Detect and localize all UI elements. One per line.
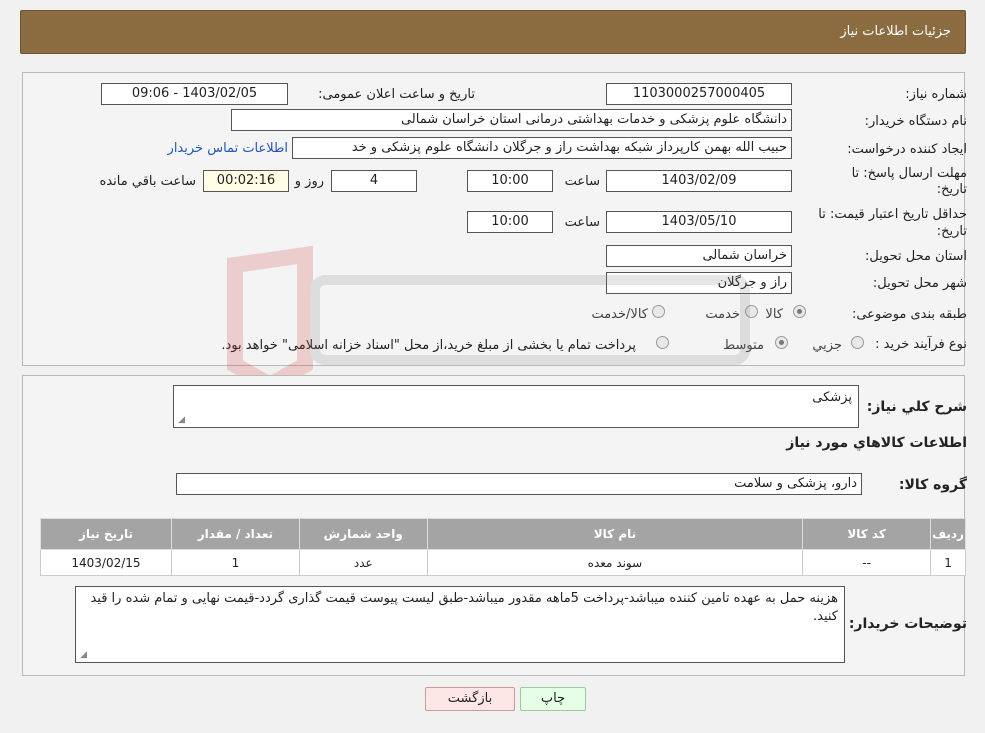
category-radio-service[interactable] (745, 305, 758, 318)
cell-goods-code: -- (802, 549, 932, 576)
cell-quantity: 1 (170, 549, 300, 576)
back-button[interactable]: بازگشت (425, 687, 515, 711)
cell-goods-name: سوند معده (426, 549, 804, 576)
page-header: جزئیات اطلاعات نیاز (20, 10, 966, 54)
table-row: 1 -- سوند معده عدد 1 1403/02/15 (40, 549, 966, 576)
summary-value: پزشکی (812, 390, 852, 405)
category-option-goods: کالا (765, 307, 783, 322)
col-quantity: تعداد / مقدار (170, 518, 300, 550)
creator-field: حبیب الله بهمن کارپرداز شبکه بهداشت راز … (292, 137, 792, 159)
buyer-notes-value: هزینه حمل به عهده تامین کننده میباشد-پرد… (90, 591, 838, 624)
col-row-number: ردیف (930, 518, 966, 550)
validity-time-label: ساعت (564, 215, 600, 230)
goods-group-label: گروه کالا: (898, 477, 967, 493)
announce-field: 1403/02/05 - 09:06 (101, 83, 288, 105)
col-need-date: تاریخ نیاز (40, 518, 172, 550)
category-label: طبقه بندی موضوعی: (851, 307, 967, 322)
cell-unit: عدد (298, 549, 428, 576)
need-number-label: شماره نیاز: (905, 87, 967, 102)
cell-row-number: 1 (930, 549, 966, 576)
category-radio-goods-service[interactable] (652, 305, 665, 318)
resize-grip-icon[interactable]: ◢ (78, 651, 87, 660)
process-radio-minor[interactable] (851, 336, 864, 349)
process-label: نوع فرآیند خرید : (875, 337, 967, 352)
remaining-time-field: 00:02:16 (203, 170, 289, 192)
col-goods-name: نام کالا (426, 518, 804, 550)
goods-info-title: اطلاعات كالاهاي مورد نياز (786, 435, 967, 451)
process-radio-treasury[interactable] (656, 336, 669, 349)
deadline-time-label: ساعت (564, 174, 600, 189)
col-unit: واحد شمارش (298, 518, 428, 550)
deadline-label-date: تاریخ: (936, 182, 967, 197)
category-radio-goods[interactable] (793, 305, 806, 318)
print-button[interactable]: چاپ (520, 687, 586, 711)
category-option-goods-service: کالا/خدمت (591, 307, 648, 322)
deadline-date-field: 1403/02/09 (606, 170, 792, 192)
province-field: خراسان شمالی (606, 245, 792, 267)
resize-grip-icon[interactable]: ◢ (176, 416, 185, 425)
validity-date-field: 1403/05/10 (606, 211, 792, 233)
announce-label: تاریخ و ساعت اعلان عمومی: (318, 87, 475, 102)
creator-label: ایجاد کننده درخواست: (847, 142, 967, 157)
deadline-label: مهلت ارسال پاسخ: تا (851, 166, 967, 181)
days-field: 4 (331, 170, 417, 192)
process-option-minor: جزیي (812, 338, 842, 353)
goods-table: ردیف کد کالا نام کالا واحد شمارش تعداد /… (40, 518, 966, 576)
process-note: پرداخت تمام یا بخشی از مبلغ خرید،از محل … (221, 338, 636, 353)
summary-label: شرح کلي نياز: (866, 399, 967, 415)
province-label: استان محل تحویل: (865, 249, 967, 264)
buyer-label: نام دستگاه خریدار: (864, 114, 967, 129)
buyer-contact-link[interactable]: اطلاعات تماس خریدار (168, 141, 288, 156)
days-label: روز و (294, 174, 324, 189)
validity-label-date: تاریخ: (936, 224, 967, 239)
buyer-notes-label: توضیحات خریدار: (848, 616, 967, 632)
page-title: جزئیات اطلاعات نیاز (840, 24, 951, 39)
validity-label: حداقل تاریخ اعتبار قیمت: تا (818, 207, 967, 222)
process-option-medium: متوسط (723, 338, 764, 353)
process-radio-medium[interactable] (775, 336, 788, 349)
city-field: راز و جرگلان (606, 272, 792, 294)
buyer-notes-field: هزینه حمل به عهده تامین کننده میباشد-پرد… (75, 586, 845, 663)
buyer-field: دانشگاه علوم پزشکی و خدمات بهداشتی درمان… (231, 109, 792, 131)
validity-time-field: 10:00 (467, 211, 553, 233)
goods-group-field: دارو، پزشکی و سلامت (176, 473, 862, 495)
summary-field: پزشکی ◢ (173, 385, 859, 428)
city-label: شهر محل تحویل: (872, 276, 967, 291)
remaining-label: ساعت باقي مانده (99, 174, 196, 189)
category-option-service: خدمت (705, 307, 740, 322)
col-goods-code: کد کالا (802, 518, 932, 550)
cell-need-date: 1403/02/15 (40, 549, 172, 576)
deadline-time-field: 10:00 (467, 170, 553, 192)
need-number-field: 1103000257000405 (606, 83, 792, 105)
goods-table-header: ردیف کد کالا نام کالا واحد شمارش تعداد /… (40, 518, 966, 550)
